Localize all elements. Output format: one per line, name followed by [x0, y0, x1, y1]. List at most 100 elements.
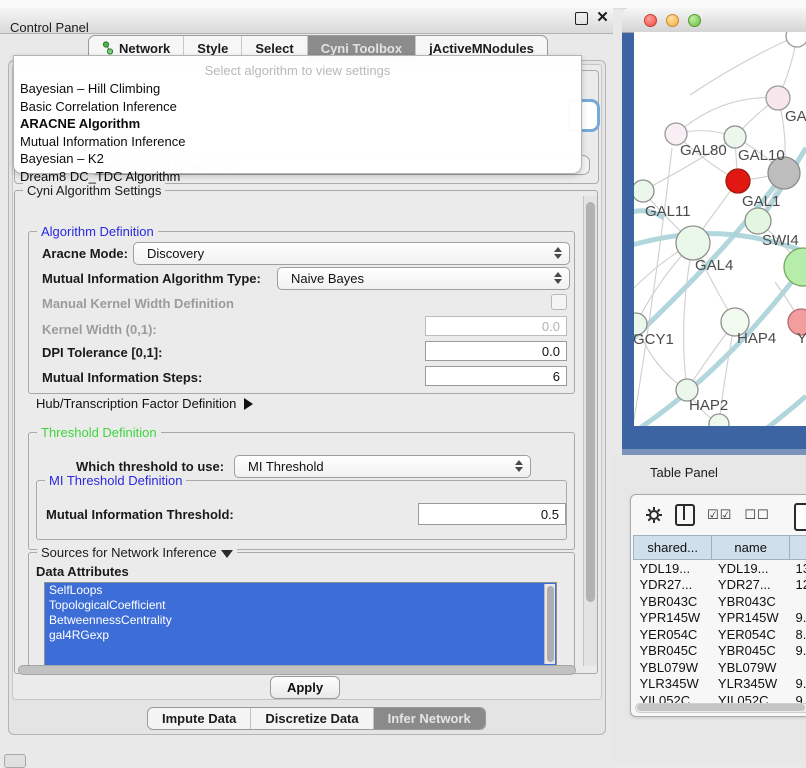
manual-kernel-label: Manual Kernel Width Definition: [42, 296, 234, 311]
menu-item-aracne-algorithm[interactable]: ARACNE Algorithm: [14, 116, 581, 134]
table-row[interactable]: YER054CYER054C8.: [634, 626, 806, 643]
network-node[interactable]: [784, 248, 806, 286]
table-row[interactable]: YBR045CYBR045C9.: [634, 643, 806, 660]
table-row[interactable]: YPR145WYPR145W9.: [634, 610, 806, 627]
mi-steps-field[interactable]: 6: [425, 366, 567, 386]
combo-arrows-icon: [515, 460, 523, 472]
table-row[interactable]: YBR043CYBR043C: [634, 593, 806, 610]
table-cell: YDR27...: [634, 577, 712, 594]
table-cell: YPR145W: [634, 610, 712, 627]
apply-button[interactable]: Apply: [270, 676, 340, 699]
network-node[interactable]: [676, 226, 710, 260]
network-node[interactable]: [724, 126, 746, 148]
dpi-tolerance-field[interactable]: 0.0: [425, 341, 567, 361]
clear-all-checkboxes-icon[interactable]: ☐☐: [744, 508, 769, 523]
attribute-item[interactable]: gal4RGexp: [45, 628, 556, 643]
network-canvas[interactable]: GALGAL80GAL10GAL1GAL11SWI4GAL4GCY1HAP4YH…: [634, 32, 806, 426]
node-label-hap2: HAP2: [689, 397, 728, 414]
menu-item-dream8-dc-tdc-algorithm[interactable]: Dream8 DC_TDC Algorithm: [14, 169, 581, 187]
table-cell: YBR043C: [712, 593, 790, 610]
node-label-gal11: GAL11: [645, 203, 691, 220]
mi-threshold-field[interactable]: 0.5: [418, 503, 566, 525]
which-threshold-value: MI Threshold: [248, 459, 324, 474]
network-node[interactable]: [709, 414, 729, 426]
threshold-definition-title: Threshold Definition: [37, 425, 161, 440]
algorithm-dropdown-items: Bayesian – Hill ClimbingBasic Correlatio…: [14, 81, 581, 186]
minimize-traffic-light-icon[interactable]: [666, 14, 679, 27]
table-header-row[interactable]: shared...name: [634, 536, 806, 560]
network-node[interactable]: [745, 208, 771, 234]
data-attributes-list[interactable]: SelfLoopsTopologicalCoefficientBetweenne…: [44, 582, 557, 666]
settings-scrollbar[interactable]: [583, 196, 597, 666]
close-icon[interactable]: ✕: [595, 10, 610, 25]
network-edge-highlighted[interactable]: [762, 396, 806, 426]
table-cell: YBR043C: [634, 593, 712, 610]
sources-title-text: Sources for Network Inference: [41, 545, 217, 560]
table-scrollbar-thumb[interactable]: [637, 704, 805, 711]
close-traffic-light-icon[interactable]: [644, 14, 657, 27]
aracne-mode-combo[interactable]: Discovery: [133, 242, 570, 265]
list-scrollbar[interactable]: [544, 584, 555, 664]
bottom-tab-infer-network[interactable]: Infer Network: [374, 708, 485, 729]
tab-label: Network: [119, 41, 170, 56]
menu-item-bayesian-hill-climbing[interactable]: Bayesian – Hill Climbing: [14, 81, 581, 99]
network-node[interactable]: [766, 86, 790, 110]
gear-icon[interactable]: [645, 506, 663, 524]
table-horizontal-scrollbar[interactable]: [635, 703, 806, 713]
mi-type-label: Mutual Information Algorithm Type:: [42, 271, 261, 286]
columns-icon[interactable]: [675, 504, 695, 526]
algorithm-dropdown-menu: Select algorithm to view settings Bayesi…: [13, 55, 582, 174]
table-cell: [789, 659, 806, 676]
table-row[interactable]: YDL19...YDL19...13: [634, 560, 806, 577]
column-header-shared...[interactable]: shared...: [634, 536, 712, 560]
horizontal-scrollbar-thumb[interactable]: [18, 665, 576, 675]
settings-scrollbar-thumb[interactable]: [586, 202, 595, 602]
tab-label: Style: [197, 41, 228, 56]
corner-button[interactable]: [4, 754, 26, 768]
mi-steps-label: Mutual Information Steps:: [42, 370, 202, 385]
table-cell: 9.: [789, 643, 806, 660]
manual-kernel-checkbox[interactable]: [551, 294, 567, 310]
column-header-name[interactable]: name: [712, 536, 790, 560]
table-cell: YLR345W: [634, 676, 712, 693]
kernel-width-field[interactable]: 0.0: [425, 316, 567, 336]
attribute-item[interactable]: SelfLoops: [45, 583, 556, 598]
network-node[interactable]: [726, 169, 750, 193]
hub-definition-expander[interactable]: Hub/Transcription Factor Definition: [36, 396, 253, 411]
algorithm-dropdown-placeholder: Select algorithm to view settings: [14, 63, 581, 78]
attribute-item[interactable]: BetweennessCentrality: [45, 613, 556, 628]
bottom-tabbar: Impute DataDiscretize DataInfer Network: [147, 707, 486, 730]
mi-threshold-title: MI Threshold Definition: [45, 473, 186, 488]
sources-title[interactable]: Sources for Network Inference: [37, 545, 237, 560]
panel-icon[interactable]: [794, 503, 806, 531]
bottom-tab-impute-data[interactable]: Impute Data: [148, 708, 251, 729]
menu-item-basic-correlation-inference[interactable]: Basic Correlation Inference: [14, 99, 581, 117]
table-cell: YDR27...: [712, 577, 790, 594]
control-panel-titlebar: Control Panel: [0, 8, 613, 34]
attribute-item[interactable]: TopologicalCoefficient: [45, 598, 556, 613]
column-header-extra[interactable]: [789, 536, 806, 560]
network-window-titlebar[interactable]: [622, 8, 806, 33]
table-cell: YBR045C: [712, 643, 790, 660]
float-window-icon[interactable]: [575, 12, 588, 25]
network-node[interactable]: [786, 32, 806, 47]
menu-item-mutual-information-inference[interactable]: Mutual Information Inference: [14, 134, 581, 152]
select-all-checkboxes-icon[interactable]: ☑☑: [707, 508, 732, 523]
table-row[interactable]: YLR345WYLR345W9.: [634, 676, 806, 693]
table-row[interactable]: YDR27...YDR27...12: [634, 577, 806, 594]
aracne-mode-label: Aracne Mode:: [42, 246, 128, 261]
list-scrollbar-thumb[interactable]: [547, 586, 554, 662]
mi-type-value: Naive Bayes: [291, 271, 364, 286]
settings-horizontal-scrollbar[interactable]: [16, 665, 595, 674]
network-graph[interactable]: GALGAL80GAL10GAL1GAL11SWI4GAL4GCY1HAP4YH…: [634, 32, 806, 426]
which-threshold-combo[interactable]: MI Threshold: [234, 455, 531, 478]
bottom-tab-discretize-data[interactable]: Discretize Data: [251, 708, 373, 729]
mi-type-combo[interactable]: Naive Bayes: [277, 267, 570, 290]
table-row[interactable]: YBL079WYBL079W: [634, 659, 806, 676]
node-label-gal1: GAL1: [742, 193, 780, 210]
network-node[interactable]: [634, 180, 654, 202]
combo-arrows-icon: [554, 272, 562, 284]
network-edge[interactable]: [684, 243, 693, 390]
zoom-traffic-light-icon[interactable]: [688, 14, 701, 27]
menu-item-bayesian-k2[interactable]: Bayesian – K2: [14, 151, 581, 169]
